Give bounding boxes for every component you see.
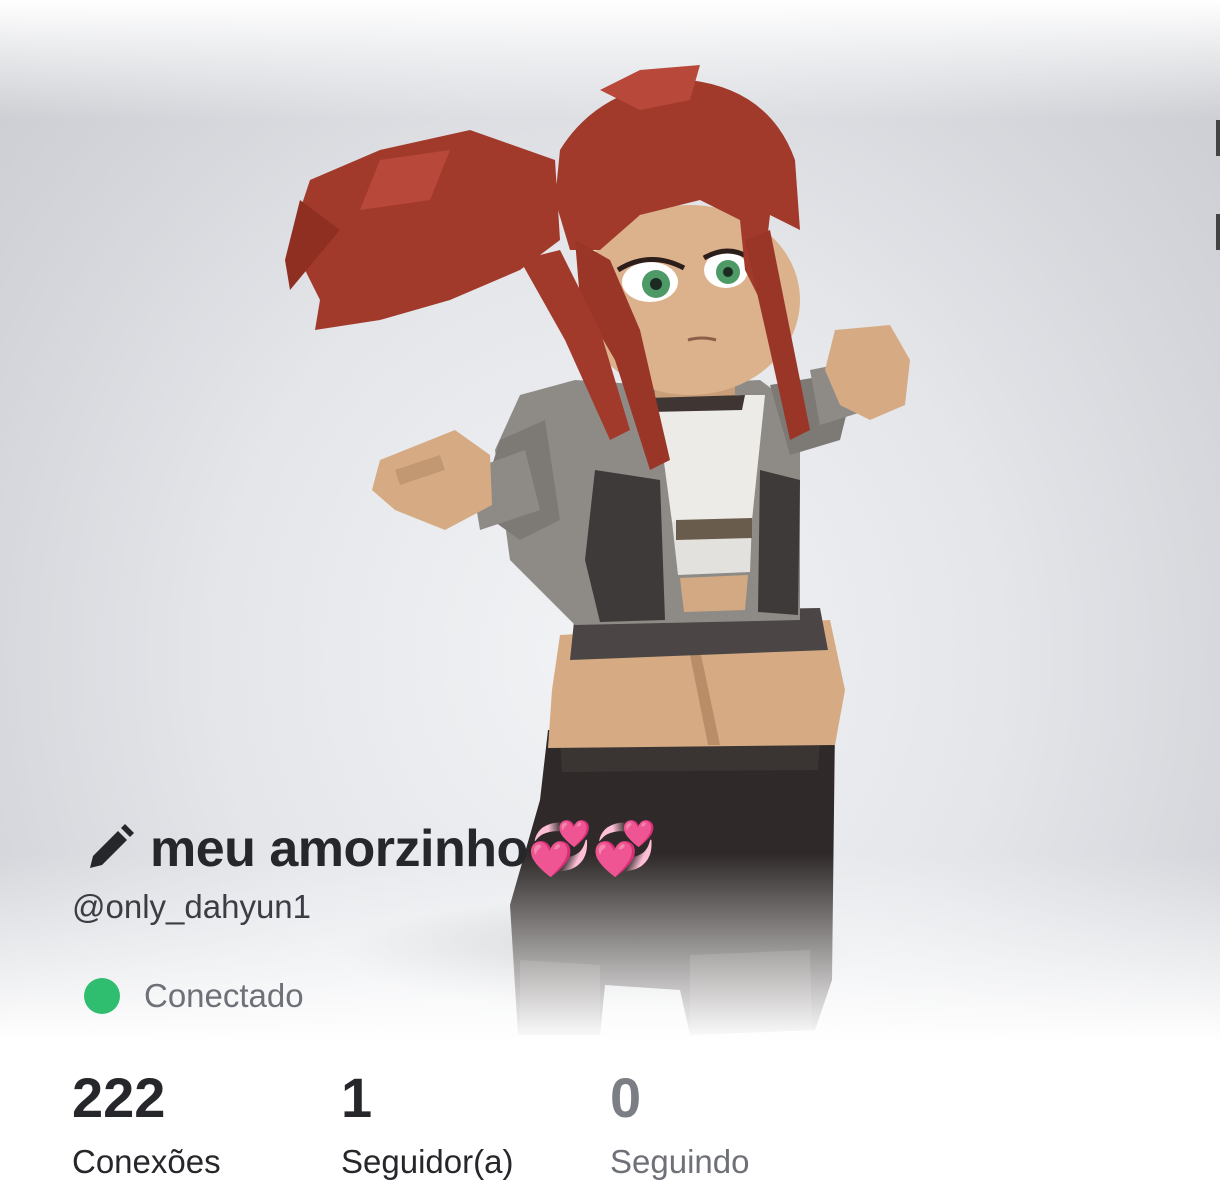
online-status-dot xyxy=(84,978,120,1014)
stat-connections[interactable]: 222 Conexões xyxy=(72,1066,221,1184)
stat-following[interactable]: 0 Seguindo xyxy=(610,1066,749,1184)
presence-status: Conectado xyxy=(84,972,304,1020)
stat-label: Seguidor(a) xyxy=(341,1143,514,1180)
status-text: Conectado xyxy=(144,977,304,1014)
stat-value: 0 xyxy=(610,1066,642,1129)
stat-value: 1 xyxy=(341,1066,373,1129)
pencil-icon[interactable] xyxy=(84,822,136,874)
stat-label: Conexões xyxy=(72,1143,221,1180)
edge-mark xyxy=(1216,120,1220,156)
display-name: meu amorzinho💞💞 xyxy=(150,819,657,878)
stat-value: 222 xyxy=(72,1066,166,1129)
stat-followers[interactable]: 1 Seguidor(a) xyxy=(341,1066,513,1184)
edge-mark xyxy=(1216,214,1220,250)
stat-label: Seguindo xyxy=(610,1143,750,1180)
display-name-row: meu amorzinho💞💞 xyxy=(84,808,657,888)
username: @only_dahyun1 xyxy=(72,888,312,925)
